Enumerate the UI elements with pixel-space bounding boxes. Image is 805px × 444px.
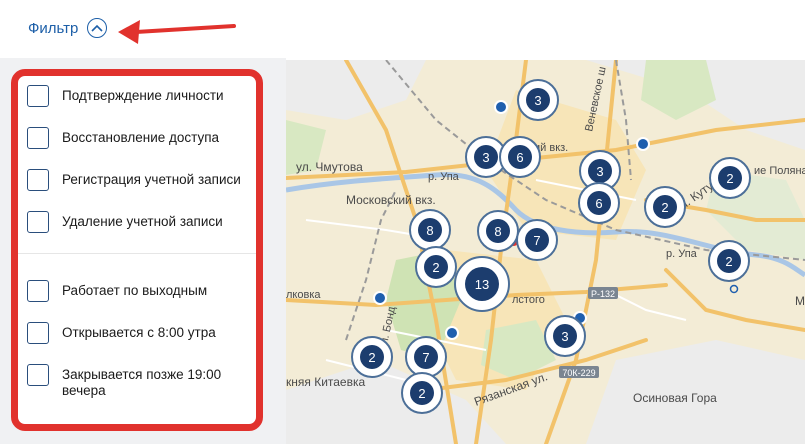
filter-option-register[interactable]: Регистрация учетной записи <box>27 169 257 191</box>
filter-panel: Подтверждение личности Восстановление до… <box>11 69 263 431</box>
filter-option-closes-late[interactable]: Закрывается позже 19:00 вечера <box>27 364 257 399</box>
filter-option-label: Восстановление доступа <box>62 130 220 145</box>
checkbox[interactable] <box>27 280 49 302</box>
map-cluster[interactable]: 2 <box>644 186 686 228</box>
checkbox[interactable] <box>27 127 49 149</box>
map-label-chmutova: ул. Чмутова <box>296 160 363 174</box>
map-cluster[interactable]: 3 <box>517 79 559 121</box>
map-cluster[interactable]: 2 <box>351 336 393 378</box>
map-label-kitaevka: княя Китаевка <box>286 375 365 389</box>
map-label-osinovaya: Осиновая Гора <box>633 391 717 405</box>
filter-option-weekends[interactable]: Работает по выходным <box>27 280 257 302</box>
filter-option-label: Подтверждение личности <box>62 88 224 103</box>
road-shield-k229: 70К-229 <box>562 368 595 378</box>
road-shield-r132: Р-132 <box>591 289 615 299</box>
map-cluster[interactable]: 7 <box>516 219 558 261</box>
svg-text:3: 3 <box>561 329 568 344</box>
map-label-moskovsky: Московский вкз. <box>346 193 436 207</box>
svg-text:2: 2 <box>368 350 375 365</box>
map-cluster[interactable]: 2 <box>709 157 751 199</box>
svg-text:6: 6 <box>595 196 602 211</box>
filter-option-label: Работает по выходным <box>62 283 208 298</box>
map-label-lkovka: лковка <box>286 289 321 301</box>
map-label-polyana: ие Поляна <box>754 165 805 177</box>
svg-text:3: 3 <box>596 164 603 179</box>
map-cluster[interactable]: 2 <box>401 372 443 414</box>
map-cluster[interactable]: 13 <box>454 256 510 312</box>
svg-text:6: 6 <box>516 150 523 165</box>
svg-text:8: 8 <box>494 224 501 239</box>
svg-text:7: 7 <box>533 233 540 248</box>
svg-text:2: 2 <box>726 171 733 186</box>
svg-text:8: 8 <box>426 223 433 238</box>
map-label-tolstogo: лстого <box>512 294 545 306</box>
map-label-river-upa-2: р. Упа <box>666 248 698 260</box>
map-cluster[interactable]: 2 <box>708 240 750 282</box>
checkbox[interactable] <box>27 211 49 233</box>
map-cluster[interactable]: 8 <box>477 210 519 252</box>
filter-option-label: Открывается с 8:00 утра <box>62 325 216 340</box>
svg-text:2: 2 <box>418 386 425 401</box>
chevron-up-icon[interactable] <box>87 18 108 38</box>
filter-option-label: Регистрация учетной записи <box>62 172 241 187</box>
svg-text:3: 3 <box>482 150 489 165</box>
map[interactable]: Я Р-132 70К-229 ул. Чмутова Московский в… <box>286 60 805 444</box>
map-canvas[interactable]: Я Р-132 70К-229 ул. Чмутова Московский в… <box>286 60 805 444</box>
filter-label: Фильтр <box>28 19 79 37</box>
checkbox[interactable] <box>27 169 49 191</box>
checkbox[interactable] <box>27 364 49 386</box>
filter-option-label: Закрывается позже 19:00 вечера <box>62 367 222 398</box>
divider <box>18 253 256 254</box>
top-bar: Фильтр <box>0 0 805 58</box>
svg-text:2: 2 <box>432 260 439 275</box>
svg-text:2: 2 <box>661 200 668 215</box>
svg-text:13: 13 <box>475 277 489 292</box>
filter-option-label: Удаление учетной записи <box>62 214 223 229</box>
red-arrow-icon <box>118 20 236 44</box>
map-label-river-upa-1: р. Упа <box>428 171 460 183</box>
filter-option-identity[interactable]: Подтверждение личности <box>27 85 257 107</box>
checkbox[interactable] <box>27 85 49 107</box>
svg-text:3: 3 <box>534 93 541 108</box>
map-cluster[interactable]: 3 <box>544 315 586 357</box>
map-cluster[interactable]: 2 <box>415 246 457 288</box>
filter-option-opens-early[interactable]: Открывается с 8:00 утра <box>27 322 257 344</box>
map-cluster[interactable]: 7 <box>405 336 447 378</box>
svg-text:2: 2 <box>725 254 732 269</box>
map-cluster[interactable]: 6 <box>499 136 541 178</box>
filter-option-delete[interactable]: Удаление учетной записи <box>27 211 257 233</box>
filter-option-restore[interactable]: Восстановление доступа <box>27 127 257 149</box>
checkbox[interactable] <box>27 322 49 344</box>
map-label-edge: М <box>795 294 805 308</box>
map-cluster[interactable]: 8 <box>409 209 451 251</box>
map-cluster[interactable]: 6 <box>578 182 620 224</box>
svg-text:7: 7 <box>422 350 429 365</box>
filter-toggle[interactable]: Фильтр <box>28 18 108 38</box>
